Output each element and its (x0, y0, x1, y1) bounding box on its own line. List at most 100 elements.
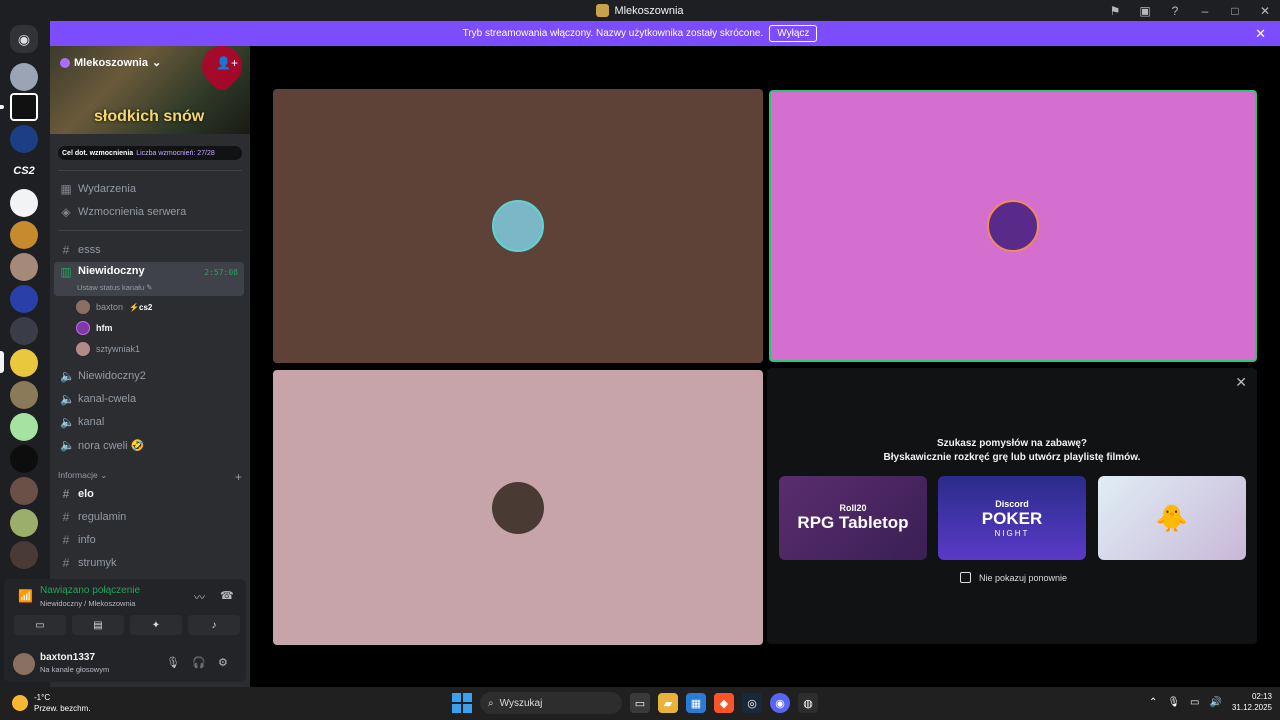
photos-icon[interactable]: ▦ (686, 693, 706, 713)
close-icon[interactable]: ✕ (1235, 374, 1247, 391)
channel-esss[interactable]: # esss (54, 239, 244, 261)
chevron-up-icon[interactable]: ⌃ (1149, 697, 1157, 708)
taskbar-search[interactable]: ⌕ Wyszukaj (480, 692, 622, 714)
start-button-icon[interactable] (452, 693, 472, 713)
disconnect-icon[interactable]: ☎ (220, 589, 234, 602)
activities-button[interactable]: ✦ (130, 615, 182, 635)
soundboard-icon: ♪ (211, 619, 217, 631)
avatar (76, 321, 90, 335)
noise-suppression-icon[interactable]: 〰 (194, 589, 205, 605)
microphone-icon[interactable]: 🎙 (1167, 697, 1180, 708)
soundboard-button[interactable]: ♪ (188, 615, 240, 635)
server-icon[interactable] (10, 509, 38, 537)
participant-tile[interactable] (273, 89, 763, 363)
steam-icon[interactable]: ◎ (742, 693, 762, 713)
server-icon[interactable] (10, 317, 38, 345)
hash-icon: # (62, 533, 70, 547)
speaker-icon: 🔈 (60, 415, 75, 429)
close-icon[interactable]: ✕ (1255, 26, 1266, 42)
screen-share-button[interactable]: ▤ (72, 615, 124, 635)
activity-card-poker[interactable]: Discord POKER NIGHT (938, 476, 1086, 560)
channel-label: kanal (78, 416, 105, 428)
camera-button[interactable]: ▭ (14, 615, 66, 635)
disable-streamer-mode-button[interactable]: Wyłącz (769, 25, 818, 42)
server-icon[interactable] (10, 63, 38, 91)
maximize-icon[interactable]: □ (1220, 0, 1250, 21)
server-icon[interactable] (10, 221, 38, 249)
activity-card-chicken[interactable]: 🐥 (1098, 476, 1246, 560)
app-icon[interactable]: ◍ (798, 693, 818, 713)
voice-user[interactable]: hfm (76, 319, 113, 337)
headphones-icon[interactable]: 🎧 (192, 656, 206, 669)
chevron-down-icon[interactable]: ⌄ (152, 56, 161, 69)
participant-tile-speaking[interactable] (769, 90, 1257, 362)
brave-browser-icon[interactable]: ◆ (714, 693, 734, 713)
server-icon[interactable] (10, 413, 38, 441)
server-icon[interactable] (10, 381, 38, 409)
chick-icon: 🐥 (1155, 502, 1189, 533)
server-icon[interactable] (10, 349, 38, 377)
date: 31.12.2025 (1231, 703, 1272, 712)
boost-goal-bar[interactable]: Cel dot. wzmocnienia Liczba wzmocnień: 2… (58, 146, 242, 160)
voice-user[interactable]: sztywniak1 (76, 340, 140, 358)
channel-elo[interactable]: # elo (54, 483, 244, 505)
discord-icon[interactable]: ◉ (770, 693, 790, 713)
dont-show-checkbox[interactable] (960, 572, 971, 583)
channel-status[interactable]: Ustaw status kanału ✎ (77, 283, 153, 292)
add-channel-icon[interactable]: + (235, 470, 242, 484)
card-title: RPG Tabletop (797, 513, 909, 532)
server-icon[interactable] (10, 445, 38, 473)
channel-label: info (78, 534, 96, 546)
signal-icon[interactable]: 📶 (18, 589, 33, 603)
network-icon[interactable]: ▭ (1190, 697, 1199, 708)
microphone-icon[interactable]: 🎙 (166, 656, 180, 669)
avatar[interactable] (13, 653, 35, 675)
voice-location[interactable]: Niewidoczny / Mlekoszownia (40, 599, 135, 608)
inbox-icon[interactable]: ▣ (1130, 0, 1160, 21)
minimize-icon[interactable]: – (1190, 0, 1220, 21)
clock[interactable]: 02:13 31.12.2025 (1232, 691, 1272, 713)
channel-info[interactable]: # info (54, 529, 244, 551)
server-icon[interactable] (10, 253, 38, 281)
participant-tile[interactable] (273, 370, 763, 645)
channel-kanal-cwela[interactable]: 🔈 kanal-cwela (54, 388, 244, 410)
participant-avatar (492, 200, 544, 252)
volume-icon[interactable]: 🔊 (1210, 697, 1222, 708)
hash-icon: # (62, 487, 70, 501)
participant-avatar (492, 481, 544, 534)
server-icon-cs2[interactable]: CS2 (10, 157, 38, 185)
call-timer: 2:57:08 (204, 268, 238, 277)
close-icon[interactable]: ✕ (1250, 0, 1280, 21)
help-icon[interactable]: ? (1160, 0, 1190, 21)
voice-user[interactable]: baxton ⚡cs2 (76, 298, 152, 316)
channel-nora-cweli[interactable]: 🔈 nora cweli 🤣 (54, 434, 244, 456)
server-icon[interactable] (10, 189, 38, 217)
channel-strumyk[interactable]: # strumyk (54, 552, 244, 574)
divider (58, 230, 242, 231)
flag-icon[interactable]: ⚑ (1100, 0, 1130, 21)
invite-icon[interactable]: 👤+ (216, 56, 238, 70)
server-name[interactable]: Mlekoszownia (74, 57, 148, 69)
boost-goal-label: Cel dot. wzmocnienia (62, 149, 134, 157)
dont-show-again[interactable]: Nie pokazuj ponownie (960, 572, 1067, 583)
username[interactable]: baxton1337 (40, 652, 95, 663)
file-explorer-icon[interactable]: ▰ (658, 693, 678, 713)
events-link[interactable]: ▦ Wydarzenia (54, 178, 244, 200)
category-informacje[interactable]: Informacje ⌄ + (58, 470, 242, 484)
task-view-icon[interactable]: ▭ (630, 693, 650, 713)
settings-gear-icon[interactable]: ⚙ (218, 656, 228, 669)
server-icon[interactable] (10, 285, 38, 313)
channel-niewidoczny2[interactable]: 🔈 Niewidoczny2 (54, 365, 244, 387)
boosts-link[interactable]: ◈ Wzmocnienia serwera (54, 201, 244, 223)
server-header[interactable]: Mlekoszownia ⌄ 👤+ słodkich snów (50, 46, 250, 134)
server-icon[interactable] (10, 477, 38, 505)
server-icon[interactable] (10, 541, 38, 569)
channel-kanal[interactable]: 🔈 kanal (54, 411, 244, 433)
voice-status[interactable]: Nawiązano połączenie (40, 585, 140, 596)
server-icon[interactable] (10, 93, 38, 121)
channel-regulamin[interactable]: # regulamin (54, 506, 244, 528)
weather-widget[interactable]: -1°C Przew. bezchm. (12, 692, 90, 714)
activity-card-rpg[interactable]: Roll20 RPG Tabletop (779, 476, 927, 560)
server-icon[interactable] (10, 125, 38, 153)
discord-home-icon[interactable]: ◉ (10, 25, 38, 53)
